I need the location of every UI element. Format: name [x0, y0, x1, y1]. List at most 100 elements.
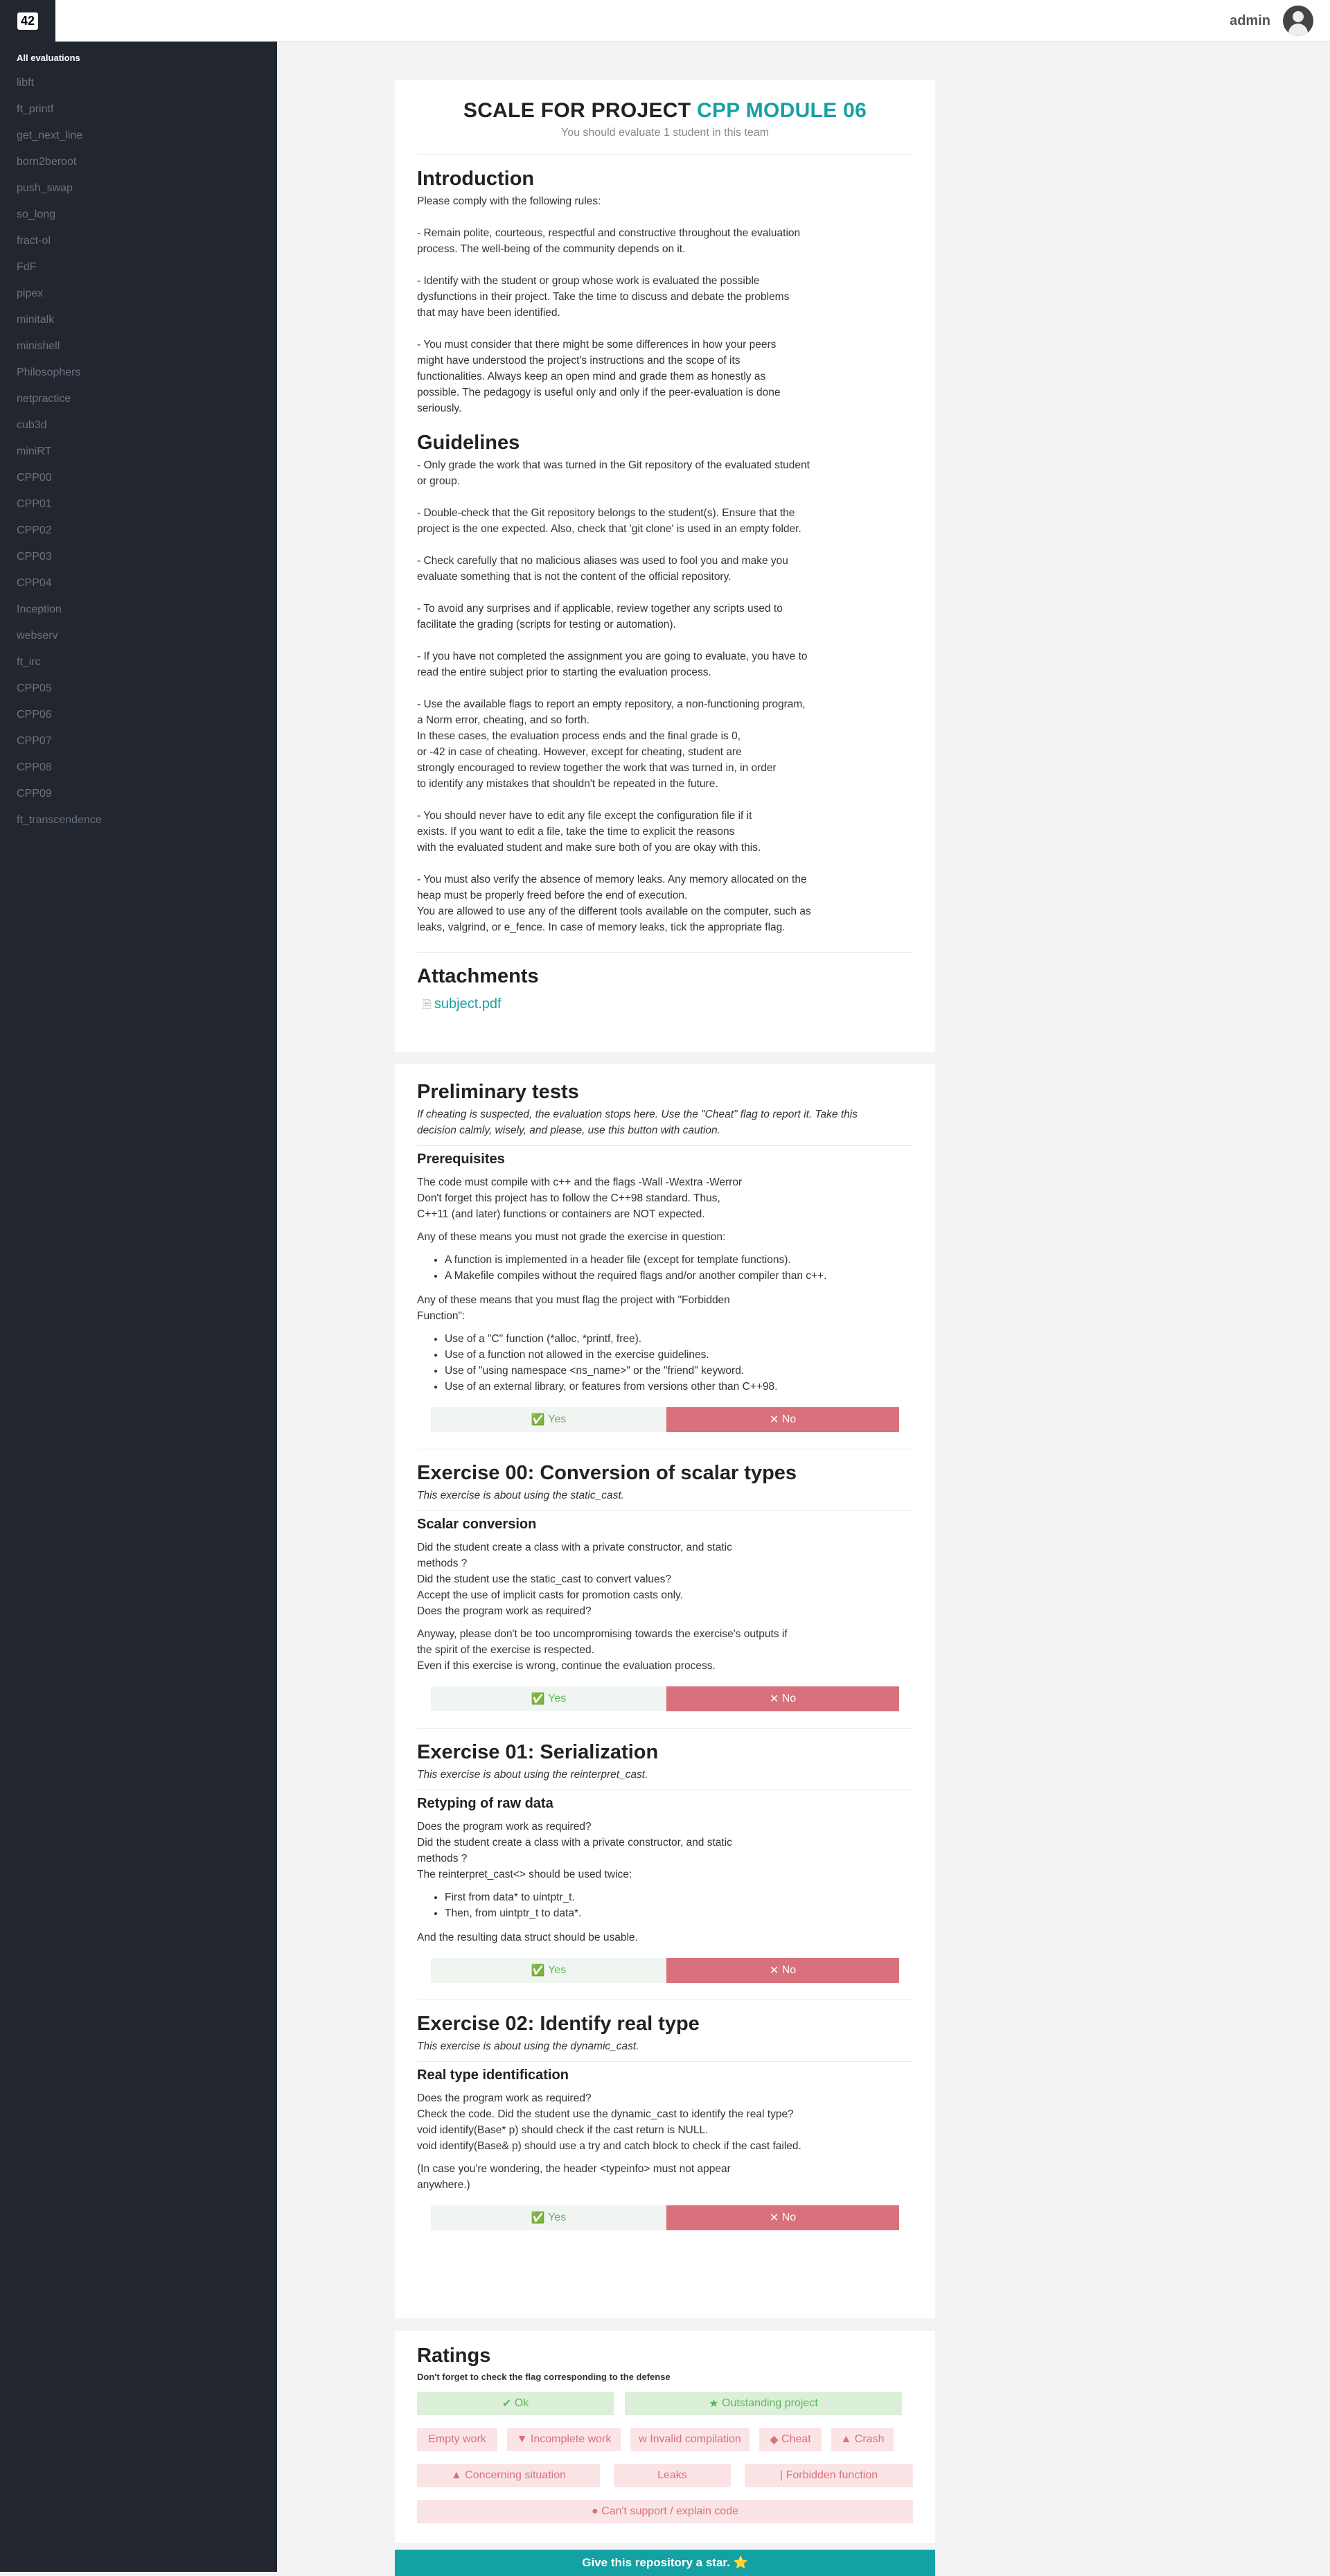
- ex00-sub: Scalar conversion: [417, 1517, 537, 1532]
- sidebar-item-cpp02[interactable]: CPP02: [0, 518, 277, 544]
- sidebar-item-minitalk[interactable]: minitalk: [0, 307, 277, 333]
- sidebar-item-ft-printf[interactable]: ft_printf: [0, 96, 277, 123]
- flag-crash-button[interactable]: ▲ Crash: [831, 2428, 894, 2451]
- flag-ok-button[interactable]: ✔ Ok: [417, 2392, 614, 2415]
- sidebar-item-ft-transcendence[interactable]: ft_transcendence: [0, 807, 277, 833]
- yes-button[interactable]: ✅ Yes: [431, 1407, 666, 1432]
- no-button[interactable]: ✕ No: [666, 1958, 899, 1983]
- yes-button[interactable]: ✅ Yes: [431, 2205, 666, 2230]
- sidebar-item-cpp00[interactable]: CPP00: [0, 465, 277, 491]
- sidebar-item-born2beroot[interactable]: born2beroot: [0, 149, 277, 175]
- divider: [417, 1728, 913, 1729]
- sidebar: All evaluations libft ft_printf get_next_l…: [0, 42, 277, 2572]
- sidebar-item-cpp03[interactable]: CPP03: [0, 544, 277, 570]
- flag-cheat-button[interactable]: ◆ Cheat: [759, 2428, 822, 2451]
- no-button[interactable]: ✕ No: [666, 1686, 899, 1711]
- cheat-icon: ◆: [770, 2434, 779, 2446]
- yes-button[interactable]: ✅ Yes: [431, 1958, 666, 1983]
- ex00-text-1: Did the student create a class with a pr…: [417, 1542, 732, 1617]
- sidebar-item-minishell[interactable]: minishell: [0, 333, 277, 360]
- sidebar-item-philosophers[interactable]: Philosophers: [0, 360, 277, 386]
- list-item: Then, from uintptr_t to data*.: [445, 1905, 913, 1921]
- ratings-title: Ratings: [417, 2345, 491, 2367]
- page-title: SCALE FOR PROJECT CPP MODULE 06: [417, 99, 913, 123]
- main-content: SCALE FOR PROJECT CPP MODULE 06 You shou…: [277, 42, 1330, 2576]
- no-button[interactable]: ✕ No: [666, 1407, 899, 1432]
- ratings-row-1: ✔ Ok ★ Outstanding project: [417, 2392, 913, 2415]
- flag-leaks-button[interactable]: Leaks: [613, 2464, 732, 2487]
- flag-label: Cheat: [781, 2433, 811, 2445]
- sidebar-item-cpp01[interactable]: CPP01: [0, 491, 277, 518]
- list-item: Use of an external library, or features …: [445, 1379, 913, 1395]
- sidebar-item-webserv[interactable]: webserv: [0, 623, 277, 649]
- sidebar-item-cpp07[interactable]: CPP07: [0, 728, 277, 755]
- flag-label: Invalid compilation: [650, 2433, 741, 2445]
- flag-cant-support-button[interactable]: ● Can't support / explain code: [417, 2500, 913, 2523]
- list-item: Use of a "C" function (*alloc, *printf, …: [445, 1331, 913, 1347]
- no-button[interactable]: ✕ No: [666, 2205, 899, 2230]
- divider: [417, 2061, 913, 2062]
- bookmark-icon: ▼: [516, 2433, 528, 2445]
- flag-label: Outstanding project: [722, 2397, 818, 2409]
- sidebar-item-push-swap[interactable]: push_swap: [0, 175, 277, 202]
- ex02-text-2: (In case you're wondering, the header <t…: [417, 2163, 731, 2191]
- ratings-row-2: Empty work ▼ Incomplete work w Invalid c…: [417, 2428, 913, 2451]
- sidebar-item-cpp04[interactable]: CPP04: [0, 570, 277, 597]
- ex01-list: First from data* to uintptr_t. Then, fro…: [445, 1889, 913, 1921]
- guidelines-title: Guidelines: [417, 432, 520, 454]
- ex01-sub: Retyping of raw data: [417, 1796, 553, 1811]
- flag-concerning-button[interactable]: ▲ Concerning situation: [417, 2464, 600, 2487]
- forbidden-icon: |: [779, 2469, 783, 2481]
- yes-no-group: ✅ Yes ✕ No: [431, 1958, 899, 1983]
- guidelines-text: - Only grade the work that was turned in…: [417, 459, 811, 933]
- flag-incomplete-button[interactable]: ▼ Incomplete work: [507, 2428, 621, 2451]
- sidebar-item-cpp05[interactable]: CPP05: [0, 676, 277, 702]
- check-icon: ✅: [531, 1414, 545, 1426]
- star-icon: ★: [709, 2398, 719, 2410]
- yes-button[interactable]: ✅ Yes: [431, 1686, 666, 1711]
- user-menu[interactable]: admin: [1230, 6, 1313, 36]
- sidebar-item-netpractice[interactable]: netpractice: [0, 386, 277, 412]
- sidebar-item-minirt[interactable]: miniRT: [0, 439, 277, 465]
- sidebar-item-fdf[interactable]: FdF: [0, 254, 277, 281]
- flag-forbidden-function-button[interactable]: | Forbidden function: [745, 2464, 913, 2487]
- crash-icon: ▲: [840, 2433, 852, 2445]
- ex02-text-1: Does the program work as required? Check…: [417, 2092, 801, 2152]
- flag-label: Concerning situation: [465, 2469, 566, 2481]
- ex02-sub: Real type identification: [417, 2067, 569, 2083]
- ex02-title: Exercise 02: Identify real type: [417, 2013, 700, 2035]
- ratings-row-3: ▲ Concerning situation Leaks | Forbidden…: [417, 2464, 913, 2487]
- sidebar-item-libft[interactable]: libft: [0, 70, 277, 96]
- sidebar-item-cpp09[interactable]: CPP09: [0, 781, 277, 807]
- wrench-icon: w: [639, 2433, 647, 2445]
- top-bar: 42 admin: [0, 0, 1330, 42]
- logo-42[interactable]: 42: [0, 0, 55, 42]
- list-item: Use of a function not allowed in the exe…: [445, 1347, 913, 1363]
- star-repository-banner[interactable]: Give this repository a star. ⭐: [395, 2550, 935, 2576]
- yes-no-group: ✅ Yes ✕ No: [431, 1407, 899, 1432]
- evaluation-card: Preliminary tests If cheating is suspect…: [395, 1064, 935, 2318]
- flag-empty-button[interactable]: Empty work: [417, 2428, 497, 2451]
- sidebar-item-fract-ol[interactable]: fract-ol: [0, 228, 277, 254]
- intro-text: Please comply with the following rules: …: [417, 195, 801, 414]
- sidebar-item-cpp06[interactable]: CPP06: [0, 702, 277, 728]
- sidebar-item-pipex[interactable]: pipex: [0, 281, 277, 307]
- ex01-text-2: And the resulting data struct should be …: [417, 1932, 638, 1943]
- flag-invalid-compilation-button[interactable]: w Invalid compilation: [630, 2428, 750, 2451]
- file-icon: 🗎: [423, 999, 432, 1011]
- flag-label: Leaks: [657, 2469, 687, 2481]
- sidebar-item-cpp08[interactable]: CPP08: [0, 755, 277, 781]
- sidebar-item-get-next-line[interactable]: get_next_line: [0, 123, 277, 149]
- flag-label: Can't support / explain code: [601, 2505, 738, 2517]
- sidebar-item-so-long[interactable]: so_long: [0, 202, 277, 228]
- attachment-link[interactable]: 🗎 subject.pdf: [417, 996, 913, 1016]
- sidebar-heading: All evaluations: [17, 53, 80, 63]
- avatar[interactable]: [1283, 6, 1313, 36]
- list-item: A function is implemented in a header fi…: [445, 1252, 913, 1268]
- flag-outstanding-button[interactable]: ★ Outstanding project: [625, 2392, 902, 2415]
- sidebar-item-ft-irc[interactable]: ft_irc: [0, 649, 277, 676]
- sidebar-item-cub3d[interactable]: cub3d: [0, 412, 277, 439]
- ratings-row-4: ● Can't support / explain code: [417, 2500, 913, 2523]
- page-subtitle: You should evaluate 1 student in this te…: [560, 127, 770, 139]
- sidebar-item-inception[interactable]: Inception: [0, 597, 277, 623]
